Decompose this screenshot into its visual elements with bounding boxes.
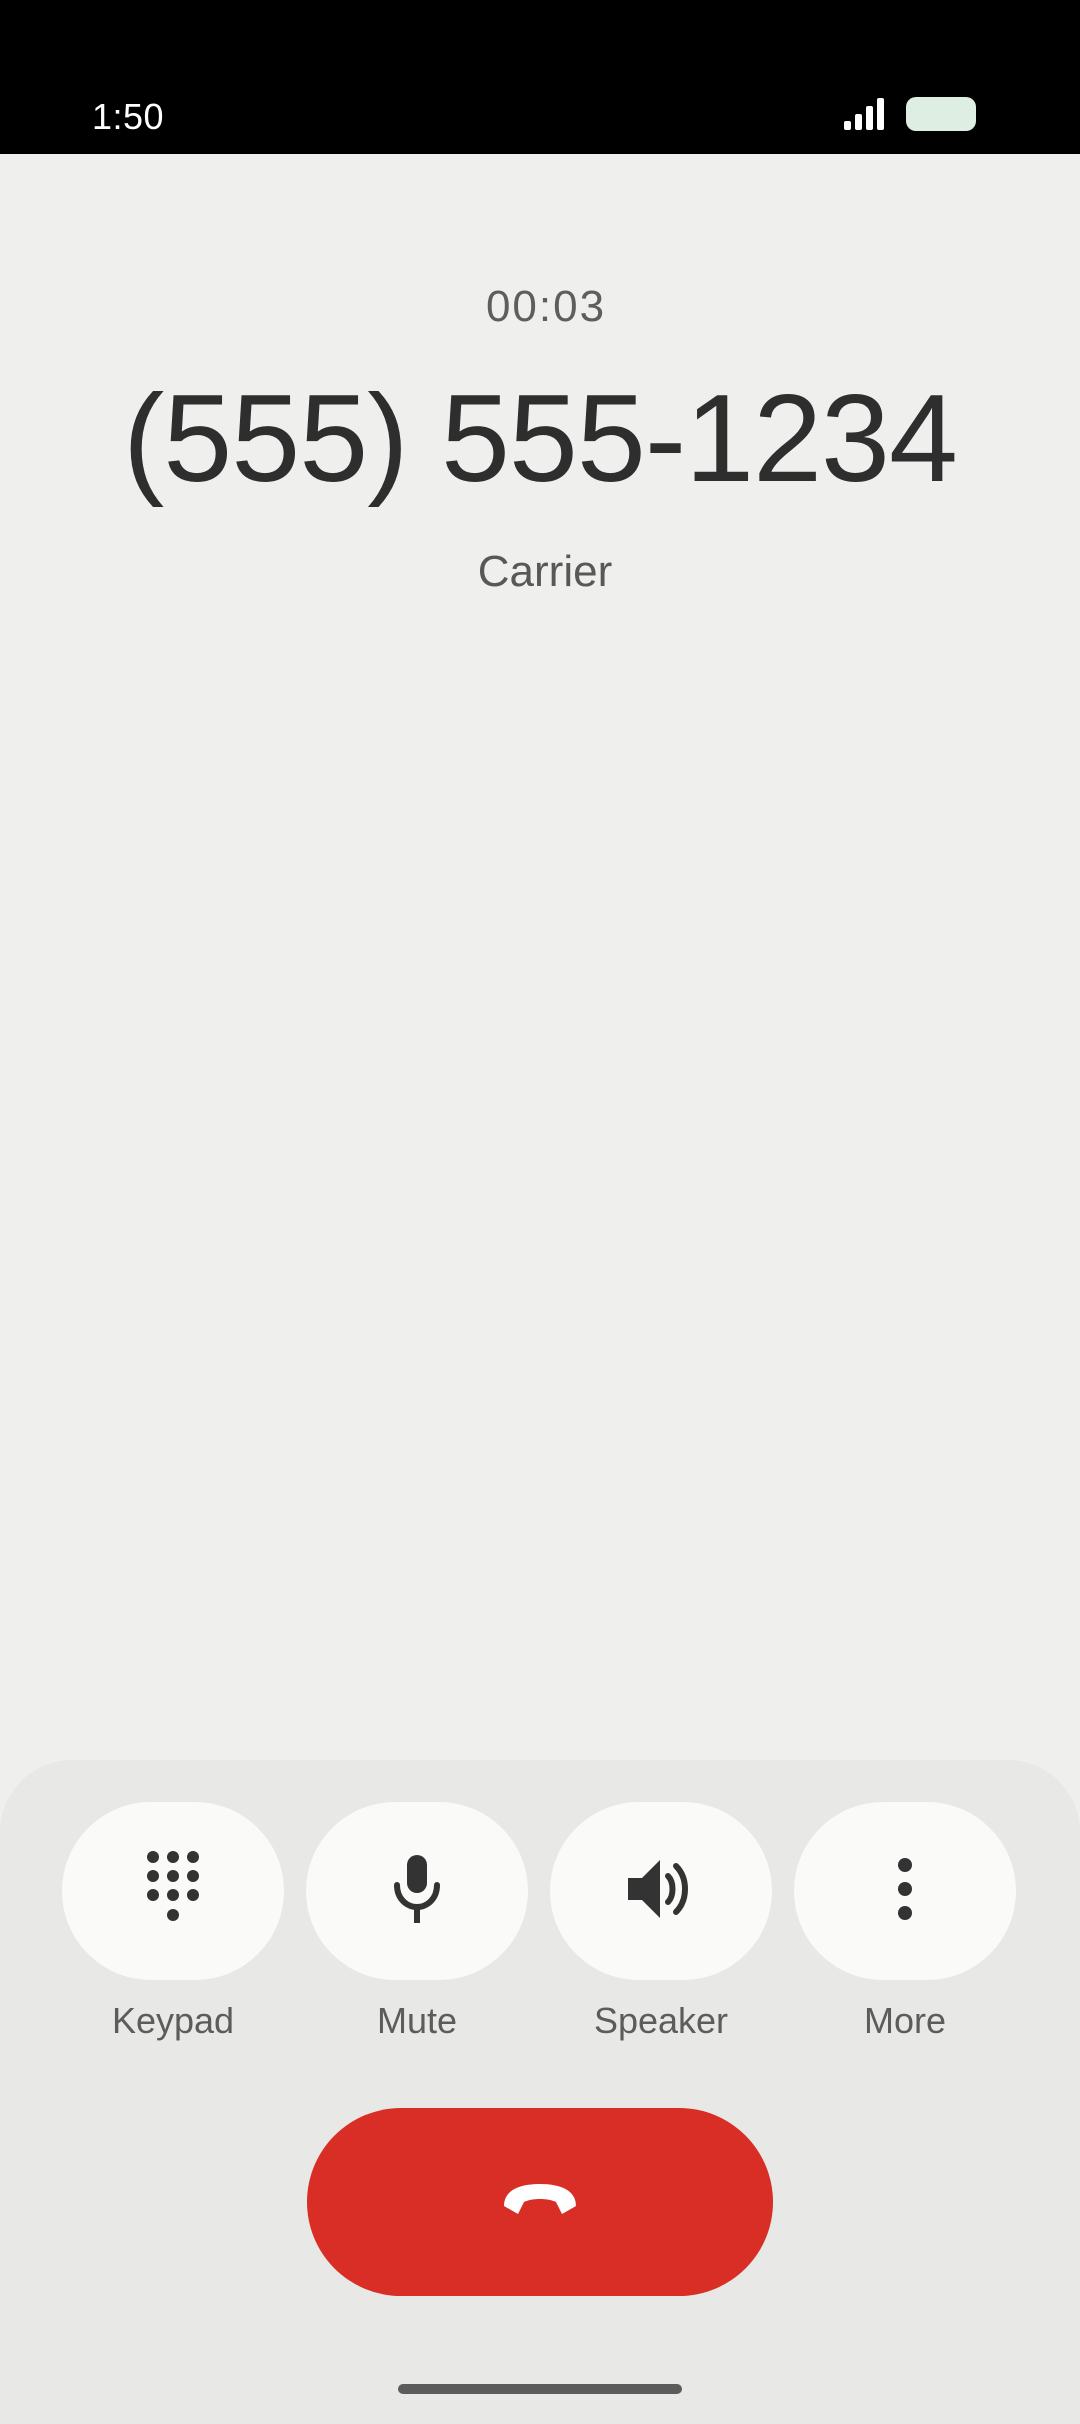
cellular-signal-icon bbox=[842, 97, 888, 131]
caller-number: (555) 555-1234 bbox=[123, 370, 958, 508]
keypad-control: Keypad bbox=[62, 1802, 284, 2042]
more-button[interactable] bbox=[794, 1802, 1016, 1980]
end-call-button[interactable] bbox=[307, 2108, 773, 2296]
more-label: More bbox=[863, 2000, 947, 2041]
status-time: 1:50 bbox=[92, 96, 165, 137]
mute-button[interactable] bbox=[306, 1802, 528, 1980]
speaker-control: Speaker bbox=[550, 1802, 772, 2042]
keypad-label: Keypad bbox=[111, 2000, 235, 2041]
speaker-label: Speaker bbox=[593, 2000, 729, 2041]
call-timer: 00:03 bbox=[485, 282, 607, 331]
more-vert-icon bbox=[895, 1857, 915, 1926]
caller-label: Carrier bbox=[477, 547, 613, 596]
mute-control: Mute bbox=[306, 1802, 528, 2042]
speaker-button[interactable] bbox=[550, 1802, 772, 1980]
home-indicator[interactable] bbox=[398, 2384, 682, 2394]
speaker-volume-icon bbox=[626, 1856, 696, 1927]
status-icons bbox=[842, 96, 976, 132]
status-bar: 1:50 bbox=[0, 0, 1080, 154]
keypad-button[interactable] bbox=[62, 1802, 284, 1980]
call-controls-panel: Keypad Mute Speaker More bbox=[0, 1760, 1080, 2424]
call-end-icon bbox=[498, 2180, 582, 2225]
dialpad-icon bbox=[143, 1849, 203, 1934]
more-control: More bbox=[794, 1802, 1016, 2042]
battery-icon bbox=[906, 96, 976, 132]
microphone-icon bbox=[391, 1853, 443, 1930]
mute-label: Mute bbox=[376, 2000, 458, 2041]
